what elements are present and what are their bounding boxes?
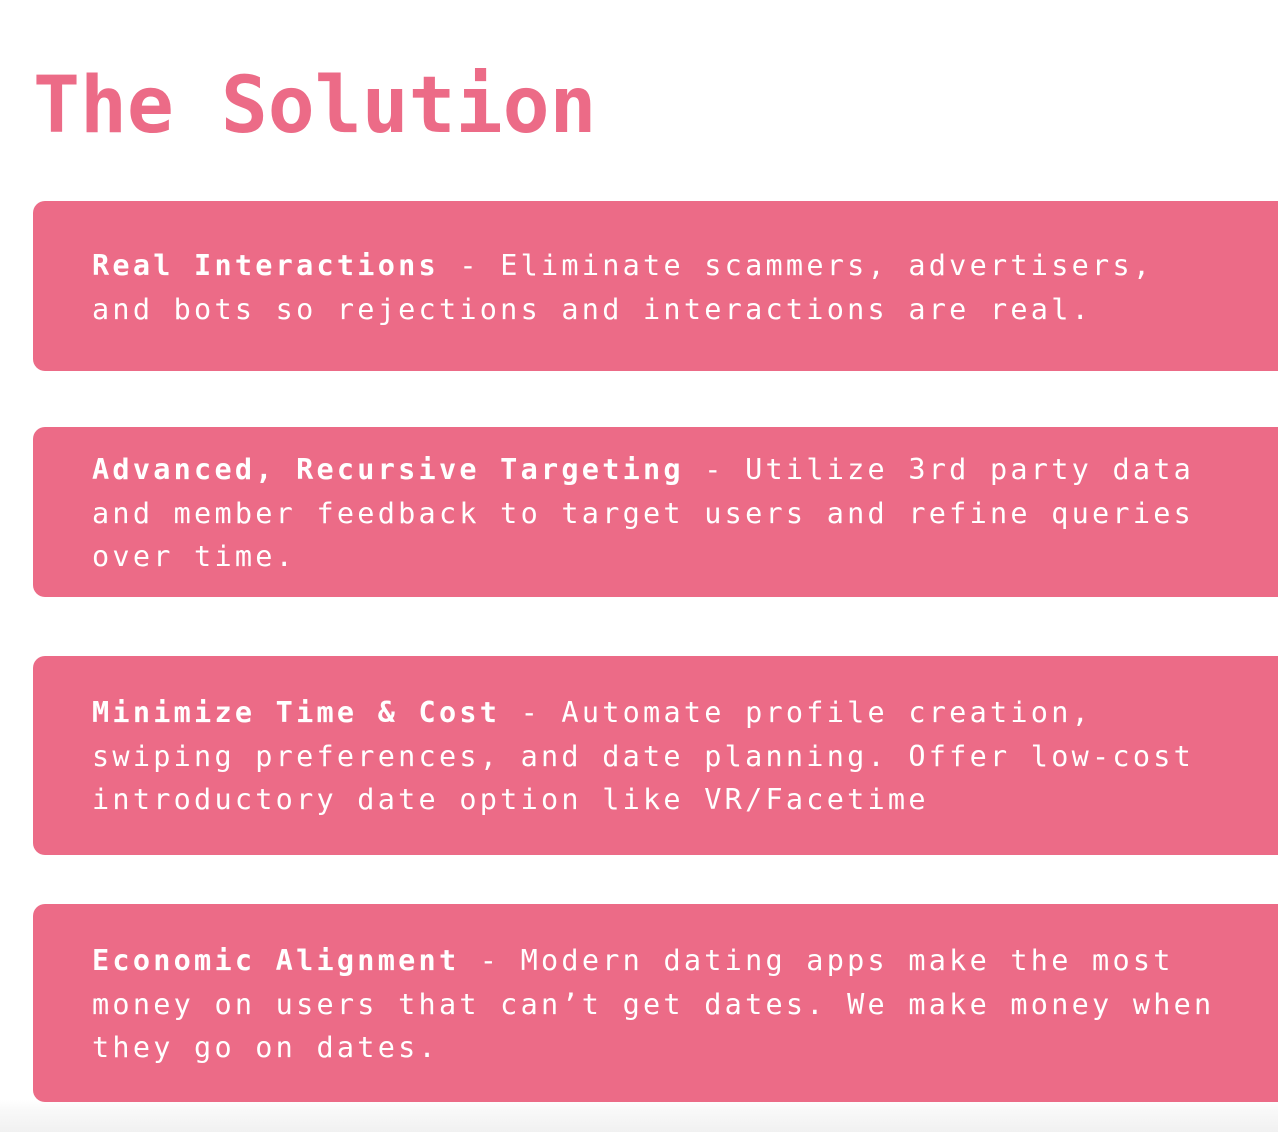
bottom-fade [0,1100,1278,1132]
card-separator: - [438,249,501,282]
card-line: and bots so rejections and interactions … [92,292,1093,326]
card-line: money on users that can’t get dates. We … [92,987,1215,1021]
card-line: Utilize 3rd party data [745,453,1195,486]
solution-card-targeting: Advanced, Recursive Targeting - Utilize … [33,427,1278,597]
card-line: introductory date option like VR/Facetim… [92,783,929,816]
card-line: Eliminate scammers, advertisers, [500,249,1154,282]
solution-card-economic-alignment: Economic Alignment - Modern dating apps … [33,904,1278,1102]
card-heading: Real Interactions [92,249,439,282]
card-text: Minimize Time & Cost - Automate profile … [92,691,1194,822]
card-line: they go on dates. [92,1031,439,1064]
solution-card-time-cost: Minimize Time & Cost - Automate profile … [33,656,1278,855]
card-heading: Minimize Time & Cost [92,696,501,729]
card-line: and member feedback to target users and … [92,496,1195,530]
card-text: Economic Alignment - Modern dating apps … [92,939,1214,1070]
card-line: swiping preferences, and date planning. … [92,739,1195,773]
card-text: Advanced, Recursive Targeting - Utilize … [92,448,1194,579]
card-separator: - [500,696,562,729]
page-title: The Solution [33,61,597,151]
card-line: Automate profile creation, [561,696,1093,729]
solution-card-real-interactions: Real Interactions - Eliminate scammers, … [33,201,1278,371]
card-separator: - [459,944,521,977]
card-text: Real Interactions - Eliminate scammers, … [92,244,1153,331]
card-heading: Economic Alignment [92,944,460,977]
card-line: Modern dating apps make the most [520,944,1174,977]
card-line: over time. [92,540,297,573]
card-separator: - [683,453,746,486]
card-heading: Advanced, Recursive Targeting [92,453,684,486]
